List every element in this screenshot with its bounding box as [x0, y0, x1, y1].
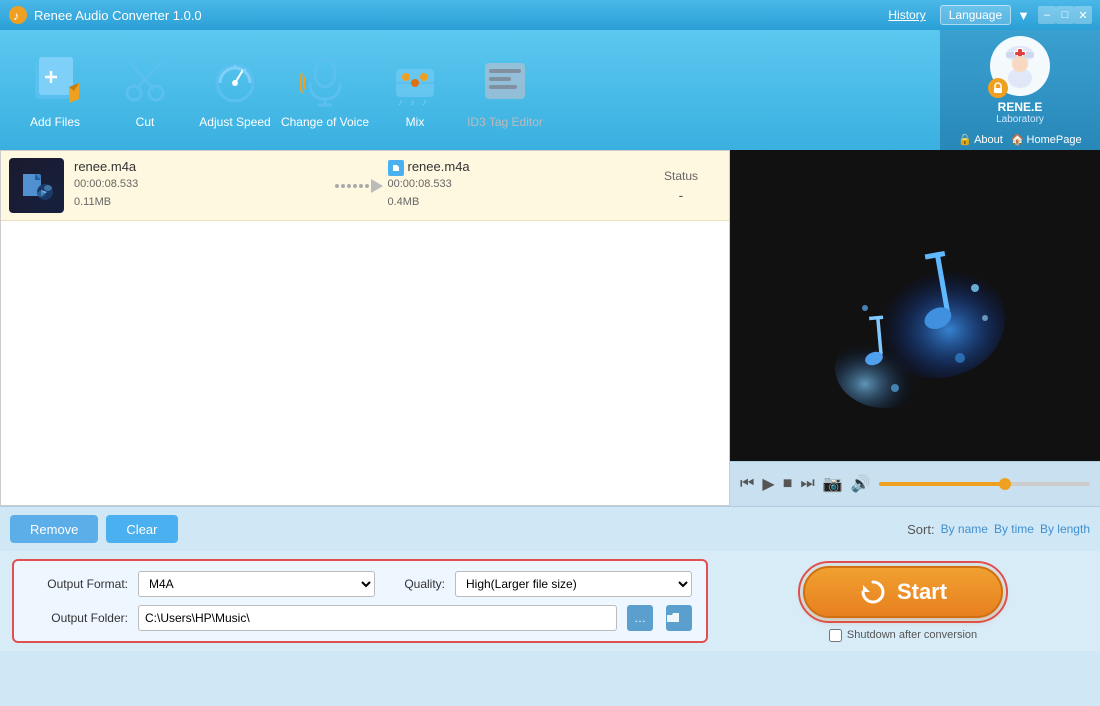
close-btn[interactable]: ✕ — [1074, 6, 1092, 24]
player-prev-btn[interactable]: ⏮ — [740, 475, 754, 493]
top-area: Add Files Cut — [0, 30, 1100, 150]
music-decoration — [815, 228, 1015, 428]
change-voice-label: Change of Voice — [281, 115, 369, 129]
adjust-speed-label: Adjust Speed — [199, 115, 270, 129]
cut-label: Cut — [136, 115, 155, 129]
format-select[interactable]: M4A MP3 WAV FLAC AAC OGG — [138, 571, 375, 597]
shutdown-row: Shutdown after conversion — [829, 629, 977, 642]
file-list-area: renee.m4a 00:00:08.533 0.11MB — [0, 150, 730, 506]
start-button[interactable]: Start — [803, 566, 1003, 618]
status-col: Status - — [641, 169, 721, 203]
output-file-icon — [388, 160, 404, 176]
folder-browse-btn[interactable]: … — [627, 605, 653, 631]
sort-area: Sort: By name By time By length — [907, 522, 1090, 537]
main-content: renee.m4a 00:00:08.533 0.11MB — [0, 150, 1100, 506]
toolbar-mix[interactable]: ♪ ♪ ♪ Mix — [370, 35, 460, 145]
player-camera-btn[interactable]: 📷 — [823, 474, 843, 494]
output-file-info: renee.m4a 00:00:08.533 0.4MB — [388, 159, 642, 211]
minimize-btn[interactable]: – — [1038, 6, 1056, 24]
format-label: Output Format: — [28, 577, 128, 591]
source-filename: renee.m4a — [74, 159, 328, 174]
source-duration: 00:00:08.533 — [74, 176, 328, 194]
player-progress-thumb — [999, 478, 1011, 490]
sort-by-time[interactable]: By time — [994, 522, 1034, 536]
mix-icon: ♪ ♪ ♪ — [390, 51, 440, 111]
preview-area: ⏮ ▶ ■ ⏭ 📷 🔊 — [730, 150, 1100, 506]
about-home-links: 🔒About 🏠HomePage — [958, 133, 1081, 146]
bottom-bar: Remove Clear Sort: By name By time By le… — [0, 506, 1100, 551]
add-files-icon — [30, 51, 80, 111]
folder-open-btn[interactable] — [666, 605, 692, 631]
sort-label: Sort: — [907, 522, 934, 537]
id3-icon — [480, 51, 530, 111]
svg-text:♪: ♪ — [398, 97, 403, 107]
language-btn[interactable]: Language — [940, 5, 1011, 25]
language-dropdown-icon: ▼ — [1017, 8, 1030, 23]
brand-name: RENE.E — [998, 100, 1043, 114]
titlebar: ♪ Renee Audio Converter 1.0.0 History La… — [0, 0, 1100, 30]
folder-row: Output Folder: … — [28, 605, 692, 631]
id3-label: ID3 Tag Editor — [467, 115, 543, 129]
status-value: - — [641, 187, 721, 203]
svg-text:♪: ♪ — [410, 97, 415, 107]
adjust-speed-icon — [210, 51, 260, 111]
format-row: Output Format: M4A MP3 WAV FLAC AAC OGG … — [28, 571, 692, 597]
brand-sub: Laboratory — [996, 114, 1044, 125]
add-files-label: Add Files — [30, 115, 80, 129]
folder-input[interactable] — [138, 605, 617, 631]
output-settings: Output Format: M4A MP3 WAV FLAC AAC OGG … — [0, 551, 1100, 651]
toolbar-add-files[interactable]: Add Files — [10, 35, 100, 145]
toolbar-change-voice[interactable]: Change of Voice — [280, 35, 370, 145]
player-play-btn[interactable]: ▶ — [762, 474, 774, 494]
player-bar: ⏮ ▶ ■ ⏭ 📷 🔊 — [730, 461, 1100, 506]
output-left-panel: Output Format: M4A MP3 WAV FLAC AAC OGG … — [12, 559, 708, 643]
clear-button[interactable]: Clear — [106, 515, 177, 543]
player-progress-bar[interactable] — [879, 482, 1090, 486]
sort-by-length[interactable]: By length — [1040, 522, 1090, 536]
folder-label: Output Folder: — [28, 611, 128, 625]
app-title: Renee Audio Converter 1.0.0 — [34, 8, 888, 23]
output-duration: 00:00:08.533 — [388, 176, 642, 194]
source-thumbnail — [9, 158, 64, 213]
mix-label: Mix — [406, 115, 425, 129]
svg-text:♪: ♪ — [422, 97, 427, 107]
toolbar-id3-tag-editor[interactable]: ID3 Tag Editor — [460, 35, 550, 145]
source-file-info: renee.m4a 00:00:08.533 0.11MB — [74, 159, 328, 211]
output-size: 0.4MB — [388, 194, 642, 212]
source-size: 0.11MB — [74, 194, 328, 212]
logo-area: RENE.E Laboratory 🔒About 🏠HomePage — [940, 30, 1100, 150]
player-volume-btn[interactable]: 🔊 — [851, 474, 871, 494]
output-right-panel: Start Shutdown after conversion — [718, 559, 1088, 643]
cut-icon — [120, 51, 170, 111]
status-header: Status — [641, 169, 721, 183]
svg-text:♪: ♪ — [13, 9, 19, 23]
shutdown-label: Shutdown after conversion — [847, 629, 977, 641]
app-logo-icon: ♪ — [8, 5, 28, 25]
change-voice-icon — [300, 51, 350, 111]
history-link[interactable]: History — [888, 8, 925, 22]
convert-arrow-icon — [328, 174, 388, 198]
maximize-btn[interactable]: □ — [1056, 6, 1074, 24]
homepage-link[interactable]: 🏠HomePage — [1011, 133, 1082, 146]
toolbar: Add Files Cut — [0, 30, 940, 150]
shutdown-checkbox[interactable] — [829, 629, 842, 642]
quality-label: Quality: — [385, 577, 445, 591]
toolbar-cut[interactable]: Cut — [100, 35, 190, 145]
quality-select[interactable]: High(Larger file size) Medium Low — [455, 571, 692, 597]
player-stop-btn[interactable]: ■ — [783, 475, 793, 493]
player-next-btn[interactable]: ⏭ — [800, 475, 814, 493]
table-row: renee.m4a 00:00:08.533 0.11MB — [1, 151, 729, 221]
remove-button[interactable]: Remove — [10, 515, 98, 543]
start-btn-wrap: Start — [798, 561, 1008, 623]
about-link[interactable]: 🔒About — [958, 133, 1002, 146]
player-progress-fill — [879, 482, 1006, 486]
start-label: Start — [897, 579, 947, 605]
output-filename: renee.m4a — [408, 159, 470, 174]
sort-by-name[interactable]: By name — [941, 522, 988, 536]
toolbar-adjust-speed[interactable]: Adjust Speed — [190, 35, 280, 145]
start-refresh-icon — [859, 578, 887, 606]
